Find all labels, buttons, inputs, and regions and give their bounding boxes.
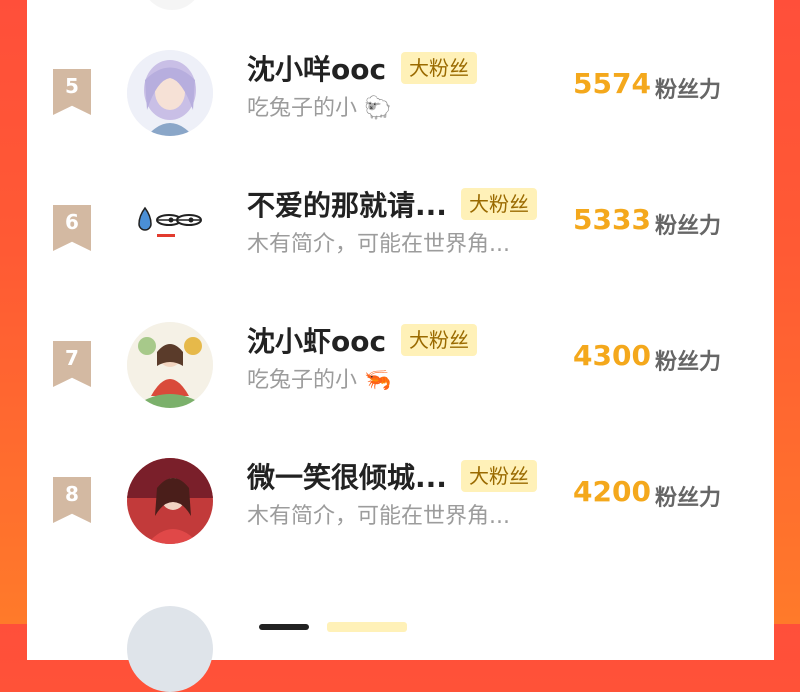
fan-power-unit: 粉丝力 <box>655 486 722 511</box>
user-bio: 木有简介，可能在世界角... <box>247 232 510 257</box>
fan-power-score: 5574 <box>573 67 651 100</box>
avatar-partial <box>127 606 213 692</box>
fan-power-score: 5333 <box>573 203 651 236</box>
ranking-row[interactable]: 7 沈小虾ooc 大粉丝 吃兔子的小 🦐 4300 粉丝力 <box>27 314 774 424</box>
rank-badge: 5 <box>53 69 91 115</box>
fan-ranking-list: 5 沈小咩ooc 大粉丝 吃兔子的小 🐑 5574 粉丝力 6 不爱的那就请..… <box>27 0 774 692</box>
user-name[interactable]: 沈小虾ooc <box>247 320 386 360</box>
ranking-row[interactable]: 8 微一笑很倾城... 大粉丝 木有简介，可能在世界角... 4200 粉丝力 <box>27 450 774 560</box>
rank-badge: 7 <box>53 341 91 387</box>
fan-power-unit: 粉丝力 <box>655 214 722 239</box>
fan-power-unit: 粉丝力 <box>655 78 722 103</box>
anime-girl-avatar-icon <box>127 50 213 136</box>
user-bio: 吃兔子的小 🐑 <box>247 90 391 122</box>
fan-power-score: 4300 <box>573 339 651 372</box>
fan-level-badge: 大粉丝 <box>461 188 537 220</box>
shrimp-emoji-icon: 🦐 <box>364 368 392 393</box>
avatar[interactable] <box>127 50 213 136</box>
next-row-partial <box>27 606 774 692</box>
user-bio-text: 吃兔子的小 <box>247 96 358 121</box>
user-bio: 木有简介，可能在世界角... <box>247 504 510 529</box>
sweat-face-avatar-icon <box>127 186 213 272</box>
ranking-row[interactable]: 5 沈小咩ooc 大粉丝 吃兔子的小 🐑 5574 粉丝力 <box>27 42 774 152</box>
avatar[interactable] <box>127 322 213 408</box>
user-name-partial <box>259 624 309 630</box>
user-bio-text: 吃兔子的小 <box>247 368 358 393</box>
user-bio: 吃兔子的小 🦐 <box>247 362 391 394</box>
previous-row-avatar-partial <box>142 0 202 10</box>
avatar[interactable] <box>127 458 213 544</box>
fan-power-score: 4200 <box>573 475 651 508</box>
fan-power-unit: 粉丝力 <box>655 350 722 375</box>
ranking-row[interactable]: 6 不爱的那就请... 大粉丝 木有简介，可能在世界角... 5333 粉丝力 <box>27 178 774 288</box>
fan-level-badge: 大粉丝 <box>401 52 477 84</box>
painted-girl-avatar-icon <box>127 322 213 408</box>
rank-badge: 6 <box>53 205 91 251</box>
user-name[interactable]: 微一笑很倾城... <box>247 456 447 496</box>
fan-level-badge: 大粉丝 <box>461 460 537 492</box>
woman-photo-avatar-icon <box>127 458 213 544</box>
fan-level-badge: 大粉丝 <box>401 324 477 356</box>
avatar[interactable] <box>127 186 213 272</box>
user-name[interactable]: 沈小咩ooc <box>247 48 386 88</box>
user-name[interactable]: 不爱的那就请... <box>247 184 447 224</box>
rank-badge: 8 <box>53 477 91 523</box>
sheep-emoji-icon: 🐑 <box>364 96 392 121</box>
